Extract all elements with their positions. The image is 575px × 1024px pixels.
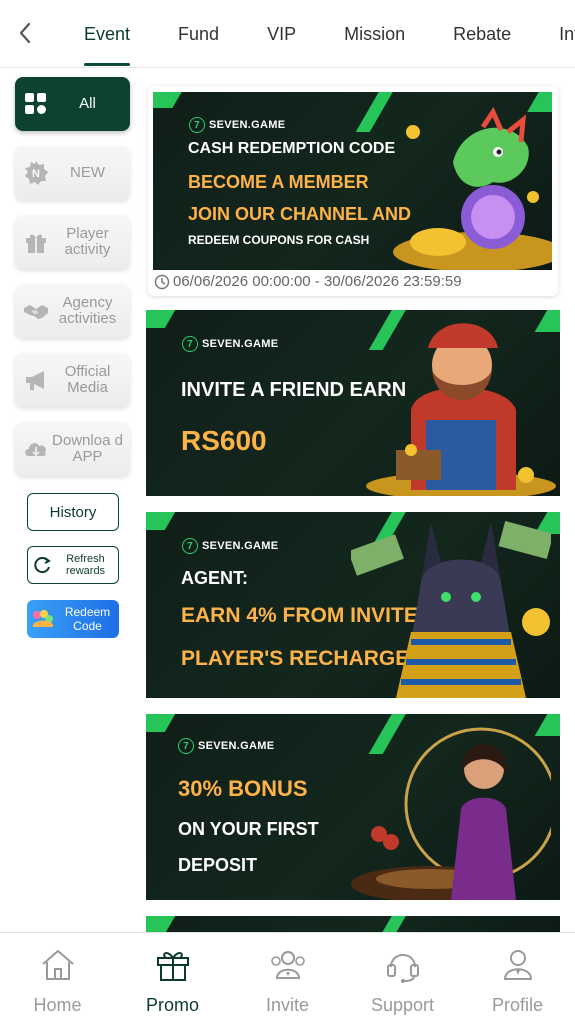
banner-line: BECOME A MEMBER xyxy=(188,172,369,192)
banner-line: ON YOUR FIRST xyxy=(178,819,319,839)
handshake-icon xyxy=(24,305,48,319)
promo-banner-invite-friend[interactable]: 7 SEVEN.GAME INVITE A FRIEND EARN RS600 xyxy=(146,310,560,496)
people-icon xyxy=(270,951,305,979)
headset-icon xyxy=(386,954,419,983)
sidebar-item-all[interactable]: All xyxy=(15,77,130,131)
nav-profile[interactable]: Profile xyxy=(460,933,575,1024)
promo-banner-image: 7 SEVEN.GAME CASH REDEMPTION CODE BECOME … xyxy=(153,92,552,270)
nav-promo[interactable]: Promo xyxy=(115,933,230,1024)
promo-banner-agent[interactable]: 7 SEVEN.GAME AGENT: EARN 4% FROM INVITED … xyxy=(146,512,560,698)
new-badge-icon: N xyxy=(25,161,48,185)
sidebar-item-label: All xyxy=(79,95,96,112)
clock-icon xyxy=(154,274,170,289)
refresh-rewards-label: Refresh rewards xyxy=(65,553,106,577)
promo-card-cash-redemption[interactable]: 7 SEVEN.GAME CASH REDEMPTION CODE BECOME … xyxy=(148,86,558,296)
sidebar-item-label: NEW xyxy=(70,164,105,181)
flower-icon xyxy=(33,610,53,627)
redeem-code-button[interactable]: Redeem Code xyxy=(27,600,119,638)
chevron-left-icon xyxy=(19,22,31,44)
user-icon xyxy=(503,950,532,980)
tab-event[interactable]: Event xyxy=(60,0,154,68)
svg-text:N: N xyxy=(32,168,40,180)
history-button[interactable]: History xyxy=(27,493,119,531)
casino-host-illustration xyxy=(351,727,551,900)
gift-icon xyxy=(26,234,46,253)
pirate-character-illustration xyxy=(366,323,556,496)
banner-line: DEPOSIT xyxy=(178,855,258,875)
brand-logo: 7 SEVEN.GAME xyxy=(182,538,278,554)
banner-line: REDEEM COUPONS FOR CASH xyxy=(188,233,370,247)
back-button[interactable] xyxy=(10,18,40,48)
banner-line: 30% BONUS xyxy=(178,776,308,801)
sidebar-item-player-activity[interactable]: Player activity xyxy=(15,215,130,269)
refresh-icon xyxy=(34,557,51,574)
banner-line: AGENT: xyxy=(181,568,248,588)
banner-line: RS600 xyxy=(181,425,267,456)
tab-mission[interactable]: Mission xyxy=(320,0,429,68)
top-tab-bar: Event Fund VIP Mission Rebate Inf xyxy=(0,0,575,68)
bottom-navigation: Home Promo Invite Support Profile xyxy=(0,932,575,1024)
redeem-code-label: Redeem Code xyxy=(64,605,111,633)
refresh-rewards-button[interactable]: Refresh rewards xyxy=(27,546,119,584)
sidebar-item-agency-activities[interactable]: Agency activities xyxy=(15,284,130,338)
nav-label: Support xyxy=(370,995,435,1015)
sidebar-item-official-media[interactable]: Official Media xyxy=(15,353,130,407)
nav-support[interactable]: Support xyxy=(345,933,460,1024)
tab-vip[interactable]: VIP xyxy=(243,0,320,68)
event-date-range: 06/06/2026 00:00:00 - 30/06/2026 23:59:5… xyxy=(154,273,462,290)
dragon-illustration xyxy=(393,106,552,270)
brand-logo: 7 SEVEN.GAME xyxy=(182,336,278,352)
gift-box-icon xyxy=(156,951,189,981)
cloud-download-icon xyxy=(25,443,46,457)
tab-info[interactable]: Inf xyxy=(535,0,575,68)
nav-label: Profile xyxy=(491,995,544,1015)
promo-banner-first-deposit[interactable]: 7 SEVEN.GAME 30% BONUS ON YOUR FIRST DEPO… xyxy=(146,714,560,900)
sidebar-item-label: Agency activities xyxy=(58,294,117,327)
banner-line: CASH REDEMPTION CODE xyxy=(188,140,396,157)
nav-label: Invite xyxy=(265,995,310,1015)
promo-page: Event Fund VIP Mission Rebate Inf All N … xyxy=(0,0,575,1024)
megaphone-icon xyxy=(26,371,44,390)
home-icon xyxy=(41,950,74,980)
banner-line: JOIN OUR CHANNEL AND xyxy=(188,204,412,224)
brand-logo: 7 SEVEN.GAME xyxy=(189,117,285,133)
sidebar-item-download-app[interactable]: Downloa d APP xyxy=(15,422,130,476)
sidebar-item-label: Downloa d APP xyxy=(52,432,123,465)
grid-icon xyxy=(25,93,46,114)
anubis-character-illustration xyxy=(351,520,551,698)
sidebar-item-new[interactable]: N NEW xyxy=(15,146,130,200)
tab-fund[interactable]: Fund xyxy=(154,0,243,68)
tab-rebate[interactable]: Rebate xyxy=(429,0,535,68)
nav-label: Home xyxy=(33,995,82,1015)
nav-label: Promo xyxy=(145,995,199,1015)
sidebar-item-label: Official Media xyxy=(64,363,111,396)
nav-home[interactable]: Home xyxy=(0,933,115,1024)
brand-logo: 7 SEVEN.GAME xyxy=(178,738,274,754)
sidebar-item-label: Player activity xyxy=(64,225,111,258)
nav-invite[interactable]: Invite xyxy=(230,933,345,1024)
tab-list: Event Fund VIP Mission Rebate Inf xyxy=(60,0,575,68)
